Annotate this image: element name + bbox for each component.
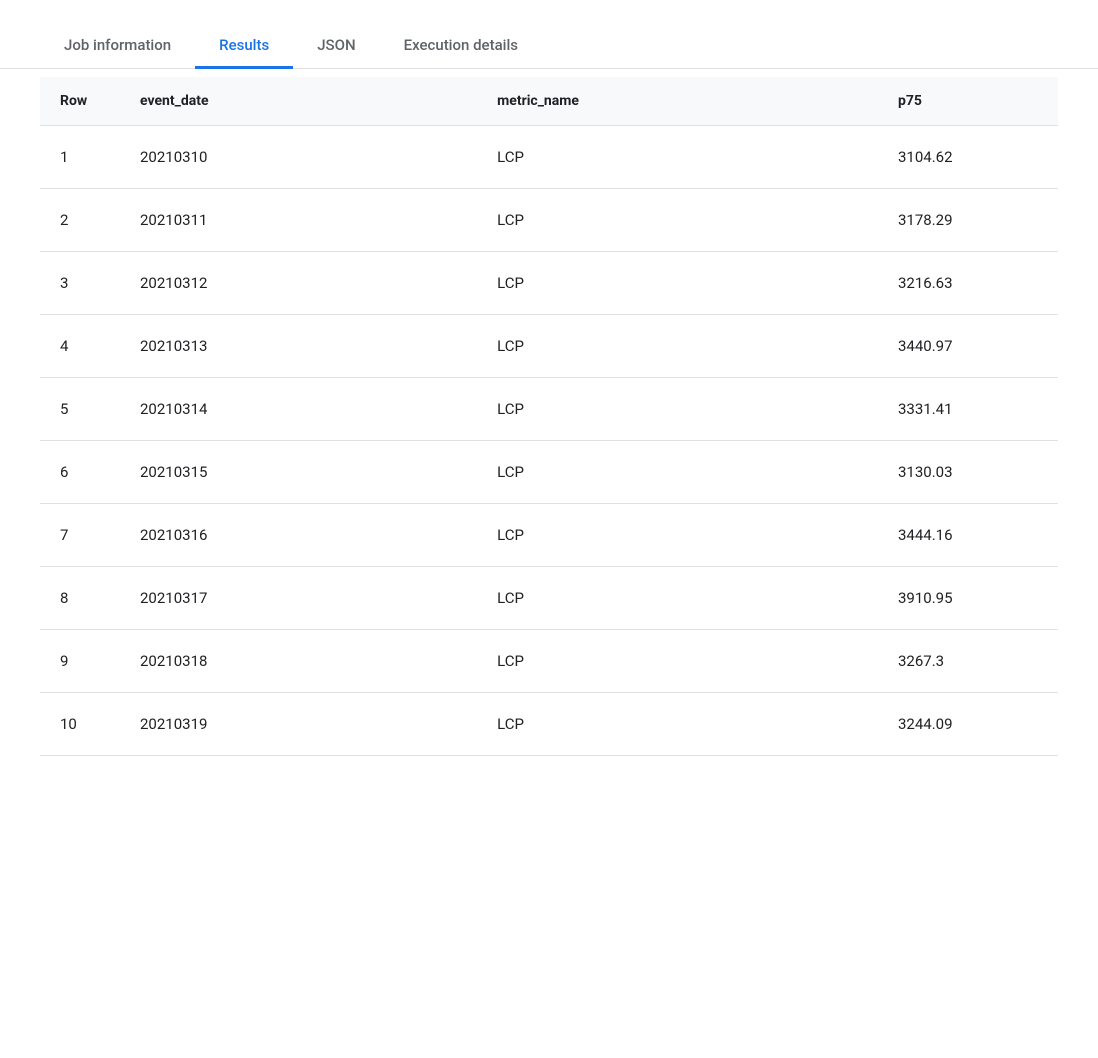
cell-p75: 3104.62 [878, 126, 1058, 189]
cell-row: 3 [40, 252, 120, 315]
cell-p75: 3444.16 [878, 504, 1058, 567]
table-row: 820210317LCP3910.95 [40, 567, 1058, 630]
table-row: 620210315LCP3130.03 [40, 441, 1058, 504]
cell-p75: 3267.3 [878, 630, 1058, 693]
cell-p75: 3331.41 [878, 378, 1058, 441]
cell-metric_name: LCP [477, 315, 878, 378]
tab-execution-details[interactable]: Execution details [380, 24, 542, 69]
table-row: 120210310LCP3104.62 [40, 126, 1058, 189]
cell-p75: 3216.63 [878, 252, 1058, 315]
cell-row: 6 [40, 441, 120, 504]
table-header: Rowevent_datemetric_namep75 [40, 77, 1058, 126]
cell-p75: 3130.03 [878, 441, 1058, 504]
col-header-row: Row [40, 77, 120, 126]
cell-metric_name: LCP [477, 693, 878, 756]
cell-event_date: 20210316 [120, 504, 477, 567]
cell-p75: 3440.97 [878, 315, 1058, 378]
results-table: Rowevent_datemetric_namep75 120210310LCP… [40, 77, 1058, 756]
table-row: 420210313LCP3440.97 [40, 315, 1058, 378]
cell-row: 8 [40, 567, 120, 630]
header-row: Rowevent_datemetric_namep75 [40, 77, 1058, 126]
cell-row: 5 [40, 378, 120, 441]
table-row: 920210318LCP3267.3 [40, 630, 1058, 693]
cell-row: 4 [40, 315, 120, 378]
cell-event_date: 20210311 [120, 189, 477, 252]
cell-row: 9 [40, 630, 120, 693]
table-row: 220210311LCP3178.29 [40, 189, 1058, 252]
cell-metric_name: LCP [477, 189, 878, 252]
cell-event_date: 20210314 [120, 378, 477, 441]
table-body: 120210310LCP3104.62220210311LCP3178.2932… [40, 126, 1058, 756]
cell-metric_name: LCP [477, 252, 878, 315]
cell-row: 7 [40, 504, 120, 567]
cell-event_date: 20210310 [120, 126, 477, 189]
cell-event_date: 20210313 [120, 315, 477, 378]
col-header-metric_name: metric_name [477, 77, 878, 126]
tab-json[interactable]: JSON [293, 24, 379, 69]
table-row: 520210314LCP3331.41 [40, 378, 1058, 441]
tab-results[interactable]: Results [195, 24, 293, 69]
tabs-bar: Job informationResultsJSONExecution deta… [0, 0, 1098, 69]
cell-event_date: 20210312 [120, 252, 477, 315]
cell-metric_name: LCP [477, 504, 878, 567]
col-header-event_date: event_date [120, 77, 477, 126]
cell-p75: 3178.29 [878, 189, 1058, 252]
results-table-container: Rowevent_datemetric_namep75 120210310LCP… [0, 77, 1098, 756]
col-header-p75: p75 [878, 77, 1058, 126]
cell-metric_name: LCP [477, 567, 878, 630]
cell-metric_name: LCP [477, 441, 878, 504]
cell-event_date: 20210319 [120, 693, 477, 756]
tab-job-information[interactable]: Job information [40, 24, 195, 69]
cell-metric_name: LCP [477, 630, 878, 693]
table-row: 720210316LCP3444.16 [40, 504, 1058, 567]
cell-p75: 3910.95 [878, 567, 1058, 630]
cell-event_date: 20210318 [120, 630, 477, 693]
table-row: 320210312LCP3216.63 [40, 252, 1058, 315]
cell-event_date: 20210317 [120, 567, 477, 630]
cell-metric_name: LCP [477, 126, 878, 189]
cell-metric_name: LCP [477, 378, 878, 441]
table-row: 1020210319LCP3244.09 [40, 693, 1058, 756]
cell-row: 10 [40, 693, 120, 756]
cell-row: 1 [40, 126, 120, 189]
cell-p75: 3244.09 [878, 693, 1058, 756]
cell-row: 2 [40, 189, 120, 252]
cell-event_date: 20210315 [120, 441, 477, 504]
